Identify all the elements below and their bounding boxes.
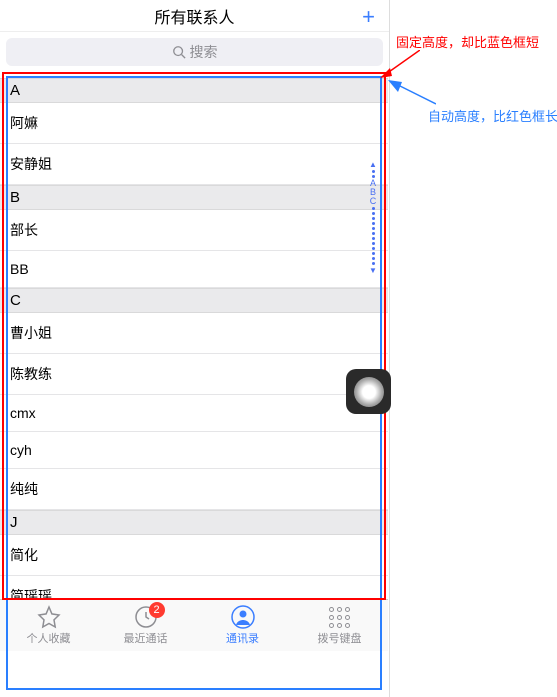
tab-contacts[interactable]: 通讯录 [194, 600, 291, 651]
add-contact-button[interactable]: + [362, 4, 375, 30]
index-up-arrow: ▲ [369, 160, 377, 169]
index-dot [372, 242, 375, 245]
index-down-arrow: ▼ [369, 266, 377, 275]
contact-item[interactable]: 纯纯 [0, 469, 388, 510]
index-dot [372, 252, 375, 255]
contact-list[interactable]: A阿嫲安静姐B部长BBC曹小姐陈教练cmxcyh纯纯J简化简瑶瑶JB [0, 78, 388, 598]
index-dot [372, 217, 375, 220]
tab-label: 拨号键盘 [318, 630, 362, 646]
annotation-blue: 自动高度，比红色框长 [428, 106, 557, 125]
keypad-icon [328, 605, 352, 629]
section-header: A [0, 78, 388, 103]
tab-label: 个人收藏 [27, 630, 71, 646]
page-title: 所有联系人 [154, 4, 234, 28]
assistive-touch-button[interactable] [346, 369, 391, 414]
index-dot [372, 170, 375, 173]
contact-item[interactable]: cyh [0, 432, 388, 469]
contact-item[interactable]: 安静姐 [0, 144, 388, 185]
star-icon [37, 605, 61, 629]
index-dot [372, 222, 375, 225]
blue-arrow [388, 78, 436, 108]
alpha-index-bar[interactable]: ▲ A B C ▼ [368, 160, 378, 275]
index-dot [372, 247, 375, 250]
recents-badge: 2 [149, 602, 165, 618]
index-dot [372, 232, 375, 235]
tab-keypad[interactable]: 拨号键盘 [291, 600, 388, 651]
contact-item[interactable]: 曹小姐 [0, 313, 388, 354]
contact-item[interactable]: 阿嫲 [0, 103, 388, 144]
contact-item[interactable]: 简瑶瑶 [0, 576, 388, 598]
phone-frame: 所有联系人 + 搜索 A阿嫲安静姐B部长BBC曹小姐陈教练cmxcyh纯纯J简化… [0, 0, 390, 697]
section-header: C [0, 288, 388, 313]
search-input[interactable]: 搜索 [6, 38, 383, 66]
nav-bar: 所有联系人 + [0, 0, 389, 32]
tab-label: 通讯录 [226, 630, 259, 646]
contact-item[interactable]: 陈教练 [0, 354, 388, 395]
index-dot [372, 262, 375, 265]
tab-recents[interactable]: 2 最近通话 [97, 600, 194, 651]
index-dot [372, 212, 375, 215]
index-dot [372, 257, 375, 260]
index-dot [372, 237, 375, 240]
tab-label: 最近通话 [124, 630, 168, 646]
tab-favorites[interactable]: 个人收藏 [0, 600, 97, 651]
contact-item[interactable]: 简化 [0, 535, 388, 576]
index-dot [372, 227, 375, 230]
tab-bar: 个人收藏 2 最近通话 通讯录 [0, 599, 388, 651]
section-header: B [0, 185, 388, 210]
section-header: J [0, 510, 388, 535]
assistive-touch-icon [354, 377, 384, 407]
annotation-red: 固定高度，却比蓝色框短 [396, 32, 539, 51]
index-letter[interactable]: C [370, 197, 377, 206]
contact-item[interactable]: BB [0, 251, 388, 288]
person-icon [231, 605, 255, 629]
contact-item[interactable]: 部长 [0, 210, 388, 251]
search-icon [172, 45, 186, 59]
search-placeholder: 搜索 [190, 42, 218, 62]
red-arrow [378, 50, 420, 80]
contact-item[interactable]: cmx [0, 395, 388, 432]
index-dot [372, 207, 375, 210]
